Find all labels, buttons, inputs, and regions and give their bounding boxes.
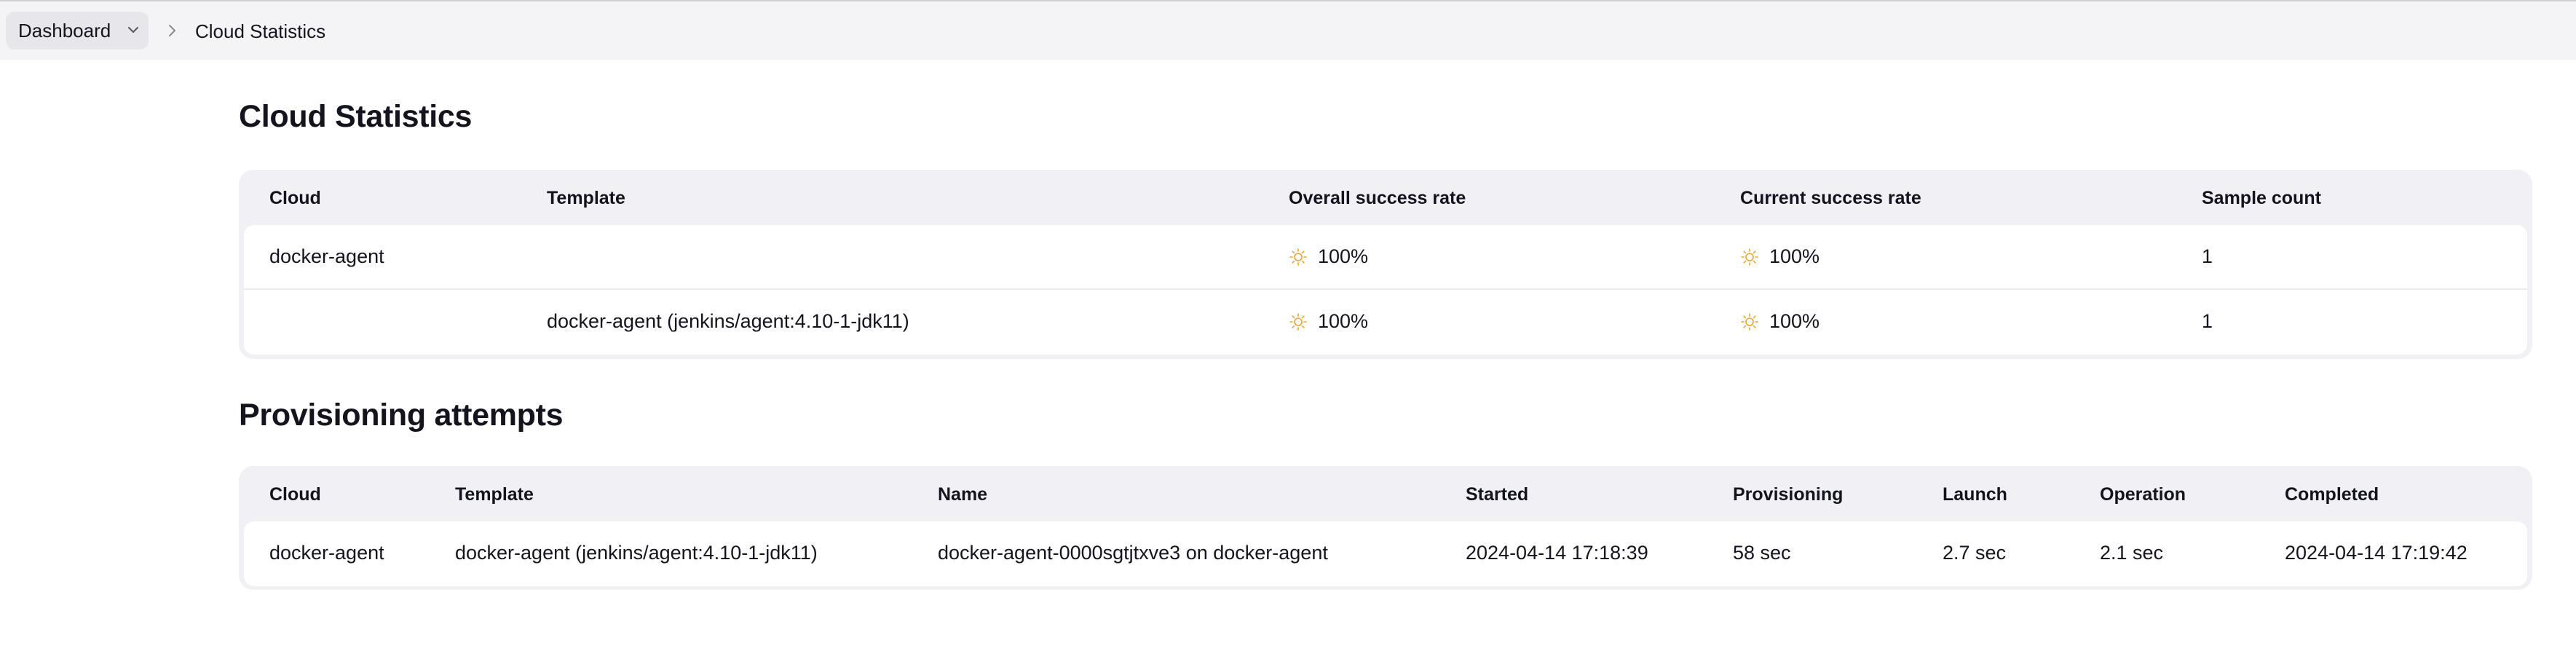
cell-current-success-rate: 100% <box>1740 245 1820 268</box>
table-row: docker-agent (jenkins/agent:4.10-1-jdk11… <box>244 290 2527 355</box>
cell-cloud[interactable]: docker-agent <box>269 542 384 564</box>
chevron-right-icon <box>169 25 175 36</box>
cell-operation: 2.1 sec <box>2100 542 2164 564</box>
sun-icon <box>1741 248 1758 266</box>
cell-launch: 2.7 sec <box>1943 542 2007 564</box>
column-header-template[interactable]: Template <box>547 188 625 209</box>
cell-name: docker-agent-0000sgtjtxve3 on docker-age… <box>938 542 1328 564</box>
sun-icon <box>1741 312 1758 331</box>
sun-icon <box>1289 248 1307 266</box>
column-header-sample-count[interactable]: Sample count <box>2202 188 2321 209</box>
cell-started: 2024-04-14 17:18:39 <box>1466 542 1648 564</box>
overall-success-rate-value: 100% <box>1318 245 1369 267</box>
cell-current-success-rate: 100% <box>1740 310 1820 333</box>
cell-overall-success-rate: 100% <box>1289 310 1368 333</box>
sun-icon <box>1289 312 1307 331</box>
section-title-provisioning-attempts: Provisioning attempts <box>239 398 564 433</box>
column-header-name[interactable]: Name <box>938 484 987 505</box>
cell-template[interactable]: docker-agent (jenkins/agent:4.10-1-jdk11… <box>547 310 909 333</box>
column-header-template[interactable]: Template <box>455 484 534 505</box>
table-body: docker-agent docker-agent (jenkins/agent… <box>244 521 2527 586</box>
table-row: docker-agent docker-agent (jenkins/agent… <box>244 521 2527 586</box>
column-header-operation[interactable]: Operation <box>2100 484 2186 505</box>
column-header-current-success-rate[interactable]: Current success rate <box>1740 188 1921 209</box>
table-header: Cloud Template Name Started Provisioning… <box>244 466 2527 521</box>
breadcrumb-dashboard-label: Dashboard <box>18 19 111 42</box>
current-success-rate-value: 100% <box>1769 310 1820 332</box>
cell-sample-count: 1 <box>2202 245 2213 267</box>
column-header-provisioning[interactable]: Provisioning <box>1733 484 1843 505</box>
column-header-started[interactable]: Started <box>1466 484 1528 505</box>
column-header-cloud[interactable]: Cloud <box>269 484 321 505</box>
cell-provisioning: 58 sec <box>1733 542 1791 564</box>
cloud-statistics-table: Cloud Template Overall success rate Curr… <box>239 170 2532 359</box>
overall-success-rate-value: 100% <box>1318 310 1369 332</box>
cell-sample-count: 1 <box>2202 310 2213 332</box>
column-header-launch[interactable]: Launch <box>1943 484 2007 505</box>
chevron-down-icon[interactable] <box>125 21 142 39</box>
cell-completed: 2024-04-14 17:19:42 <box>2285 542 2468 564</box>
breadcrumb-bar: Dashboard Cloud Statistics <box>0 0 2576 60</box>
current-success-rate-value: 100% <box>1769 245 1820 267</box>
table-header: Cloud Template Overall success rate Curr… <box>244 170 2527 225</box>
table-row: docker-agent 100% 100% 1 <box>244 225 2527 290</box>
breadcrumb-dashboard[interactable]: Dashboard <box>6 12 149 50</box>
cell-overall-success-rate: 100% <box>1289 245 1368 268</box>
table-body: docker-agent 100% 100% 1 docker-agent (j… <box>244 225 2527 355</box>
cell-cloud[interactable]: docker-agent <box>269 245 384 268</box>
column-header-completed[interactable]: Completed <box>2285 484 2379 505</box>
column-header-overall-success-rate[interactable]: Overall success rate <box>1289 188 1466 209</box>
page-title: Cloud Statistics <box>239 99 473 134</box>
provisioning-attempts-table: Cloud Template Name Started Provisioning… <box>239 466 2532 590</box>
breadcrumb-current[interactable]: Cloud Statistics <box>195 20 325 43</box>
column-header-cloud[interactable]: Cloud <box>269 188 321 209</box>
cell-template[interactable]: docker-agent (jenkins/agent:4.10-1-jdk11… <box>455 542 818 564</box>
